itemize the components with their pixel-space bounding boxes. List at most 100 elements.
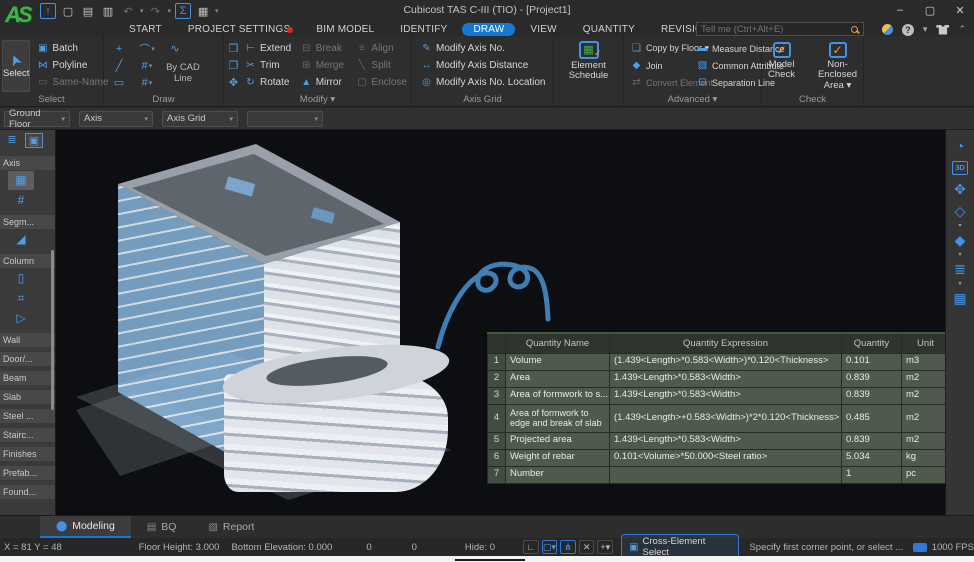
column-grid-tool-icon[interactable]: ⌗ (8, 289, 34, 308)
node-snap-icon[interactable]: ⋔ (560, 540, 576, 554)
ortho-mode-icon[interactable]: ∟ (523, 540, 539, 554)
break-button[interactable]: ⊟Break (298, 40, 353, 57)
axis-grid-tool-icon[interactable]: ▦ (8, 171, 34, 190)
orbit-view-icon[interactable]: ◔ (946, 136, 974, 158)
sidebar-group-staircase[interactable]: Stairc... (0, 428, 55, 442)
tab-bq[interactable]: ▤BQ (131, 516, 193, 538)
save-icon[interactable]: ▥ (100, 3, 116, 19)
extend-button[interactable]: ⊢Extend (242, 40, 297, 57)
chevron-down-icon[interactable]: ▾ (958, 223, 961, 230)
join-button[interactable]: ◆Join (628, 57, 690, 74)
merge-button[interactable]: ⊞Merge (298, 57, 353, 74)
floor-dropdown[interactable]: Ground Floor▾ (4, 111, 70, 127)
bim-building-model[interactable] (76, 142, 451, 500)
category-dropdown[interactable]: Axis▾ (79, 111, 153, 127)
new-file-icon[interactable]: ▢ (60, 3, 76, 19)
draw-grid2-button[interactable]: #▾ (134, 74, 160, 91)
view-3d-icon[interactable]: 3D (952, 161, 968, 175)
tab-start[interactable]: START (118, 23, 173, 36)
column-tool-icon[interactable]: ▯ (8, 269, 34, 288)
draw-line-button[interactable]: ╱ (106, 57, 132, 74)
shaded-view-icon[interactable]: ◆ (946, 230, 974, 252)
sidebar-group-axis[interactable]: Axis (0, 156, 55, 170)
app-logo[interactable]: AS (5, 2, 37, 34)
header-quantity-name[interactable]: Quantity Name (506, 333, 610, 353)
layers-icon[interactable]: ≣ (946, 259, 974, 281)
sidebar-group-column[interactable]: Column (0, 254, 55, 268)
draw-nodeline-button[interactable]: ∿ (162, 40, 188, 57)
search-icon[interactable] (851, 26, 858, 33)
measure-distance-button[interactable]: ▬Measure Distance (694, 40, 762, 57)
copy-format-icon[interactable]: ❐ (226, 40, 241, 57)
select-button[interactable]: ➤ Select (2, 40, 30, 92)
by-cad-line-button[interactable]: By CAD Line (162, 57, 204, 91)
open-folder-icon[interactable]: ▤ (80, 3, 96, 19)
sidebar-group-foundation[interactable]: Found... (0, 485, 55, 499)
undo-icon[interactable]: ↶ (120, 3, 136, 19)
help-icon[interactable]: ? (902, 24, 914, 36)
publish-icon[interactable]: ↑ (40, 3, 56, 19)
sidebar-group-segment[interactable]: Segm... (0, 215, 55, 229)
modify-axis-distance-button[interactable]: ↔Modify Axis Distance (418, 57, 551, 74)
sidebar-group-prefab[interactable]: Prefab... (0, 466, 55, 480)
split-button[interactable]: ╲Split (353, 57, 409, 74)
chevron-down-icon[interactable]: ▾ (958, 281, 961, 288)
paste-format-icon[interactable]: ❐ (226, 57, 241, 74)
tab-bim-model[interactable]: BIM MODEL (305, 23, 385, 36)
element-schedule-icon[interactable]: ▦ (579, 41, 599, 59)
help-caret-icon[interactable]: ▾ (923, 24, 928, 35)
search-input[interactable] (697, 24, 851, 35)
align-button[interactable]: ≡Align (353, 40, 409, 57)
add-snap-icon[interactable]: +▾ (597, 540, 613, 554)
tab-draw[interactable]: DRAW (462, 23, 515, 36)
drawing-canvas[interactable]: Quantity Name Quantity Expression Quanti… (56, 130, 945, 515)
wireframe-view-icon[interactable]: ◇ (946, 201, 974, 223)
element-schedule-button[interactable]: Element Schedule (558, 61, 620, 82)
skin-icon[interactable] (936, 25, 949, 35)
maximize-button[interactable]: ▢ (922, 4, 938, 17)
tab-modeling[interactable]: ⬤Modeling (40, 516, 131, 538)
group-label-advanced[interactable]: Advanced ▾ (624, 94, 761, 105)
group-label-modify[interactable]: Modify ▾ (224, 94, 411, 105)
sidebar-group-door[interactable]: Door/... (0, 352, 55, 366)
extra-dropdown[interactable]: ▾ (247, 111, 323, 127)
collapse-ribbon-icon[interactable]: ⌃ (958, 24, 966, 35)
column-shape-tool-icon[interactable]: ▷ (8, 309, 34, 328)
panel-toggle-icon[interactable]: ▣ (25, 133, 43, 148)
copy-by-floor-button[interactable]: ❏Copy by Floor ▾ (628, 40, 690, 57)
tell-me-search[interactable] (696, 22, 864, 36)
polyline-select-button[interactable]: ⋈Polyline (34, 57, 110, 74)
summation-icon[interactable]: Σ (175, 3, 191, 19)
cross-snap-icon[interactable]: ✕ (579, 540, 595, 554)
redo-icon[interactable]: ↷ (148, 3, 164, 19)
close-button[interactable]: ✕ (952, 4, 968, 17)
table-row[interactable]: 4 Area of formwork to edge and break of … (488, 404, 946, 432)
sidebar-group-finishes[interactable]: Finishes (0, 447, 55, 461)
sidebar-group-steel[interactable]: Steel ... (0, 409, 55, 423)
redo-caret-icon[interactable]: ▾ (168, 7, 172, 15)
region-select-icon[interactable]: ▢▾ (542, 540, 558, 554)
undo-caret-icon[interactable]: ▾ (140, 7, 144, 15)
tab-report[interactable]: ▧Report (192, 516, 270, 538)
draw-grid-button[interactable]: #▾ (134, 57, 160, 74)
sidebar-group-slab[interactable]: Slab (0, 390, 55, 404)
rotate-button[interactable]: ↻Rotate (242, 74, 297, 91)
segment-tool-icon[interactable]: ◢ (8, 230, 34, 249)
batch-grid-icon[interactable]: ▦ (946, 288, 974, 310)
common-attribute-button[interactable]: ▧Common Attribute (694, 57, 762, 74)
table-row[interactable]: 3 Area of formwork to s... 1.439<Length>… (488, 387, 946, 404)
batch-select-button[interactable]: ▣Batch (34, 40, 110, 57)
mirror-button[interactable]: ▲Mirror (298, 74, 353, 91)
tab-identify[interactable]: IDENTIFY (389, 23, 458, 36)
table-row[interactable]: 6 Weight of rebar 0.101<Volume>*50.000<S… (488, 449, 946, 466)
non-enclosed-area-button[interactable]: ✓ Non-Enclosed Area ▾ (810, 40, 866, 93)
tab-project-settings[interactable]: PROJECT SETTINGS (177, 23, 301, 36)
model-check-button[interactable]: ✓ Model Check (760, 40, 804, 93)
header-quantity-expression[interactable]: Quantity Expression (610, 333, 842, 353)
chevron-down-icon[interactable]: ▾ (958, 252, 961, 259)
draw-arc-button[interactable]: ⌒▾ (134, 40, 160, 57)
header-quantity[interactable]: Quantity (842, 333, 902, 353)
parallel-axis-tool-icon[interactable]: # (8, 191, 34, 210)
move-icon[interactable]: ✥ (226, 74, 241, 91)
tab-quantity[interactable]: QUANTITY (572, 23, 646, 36)
